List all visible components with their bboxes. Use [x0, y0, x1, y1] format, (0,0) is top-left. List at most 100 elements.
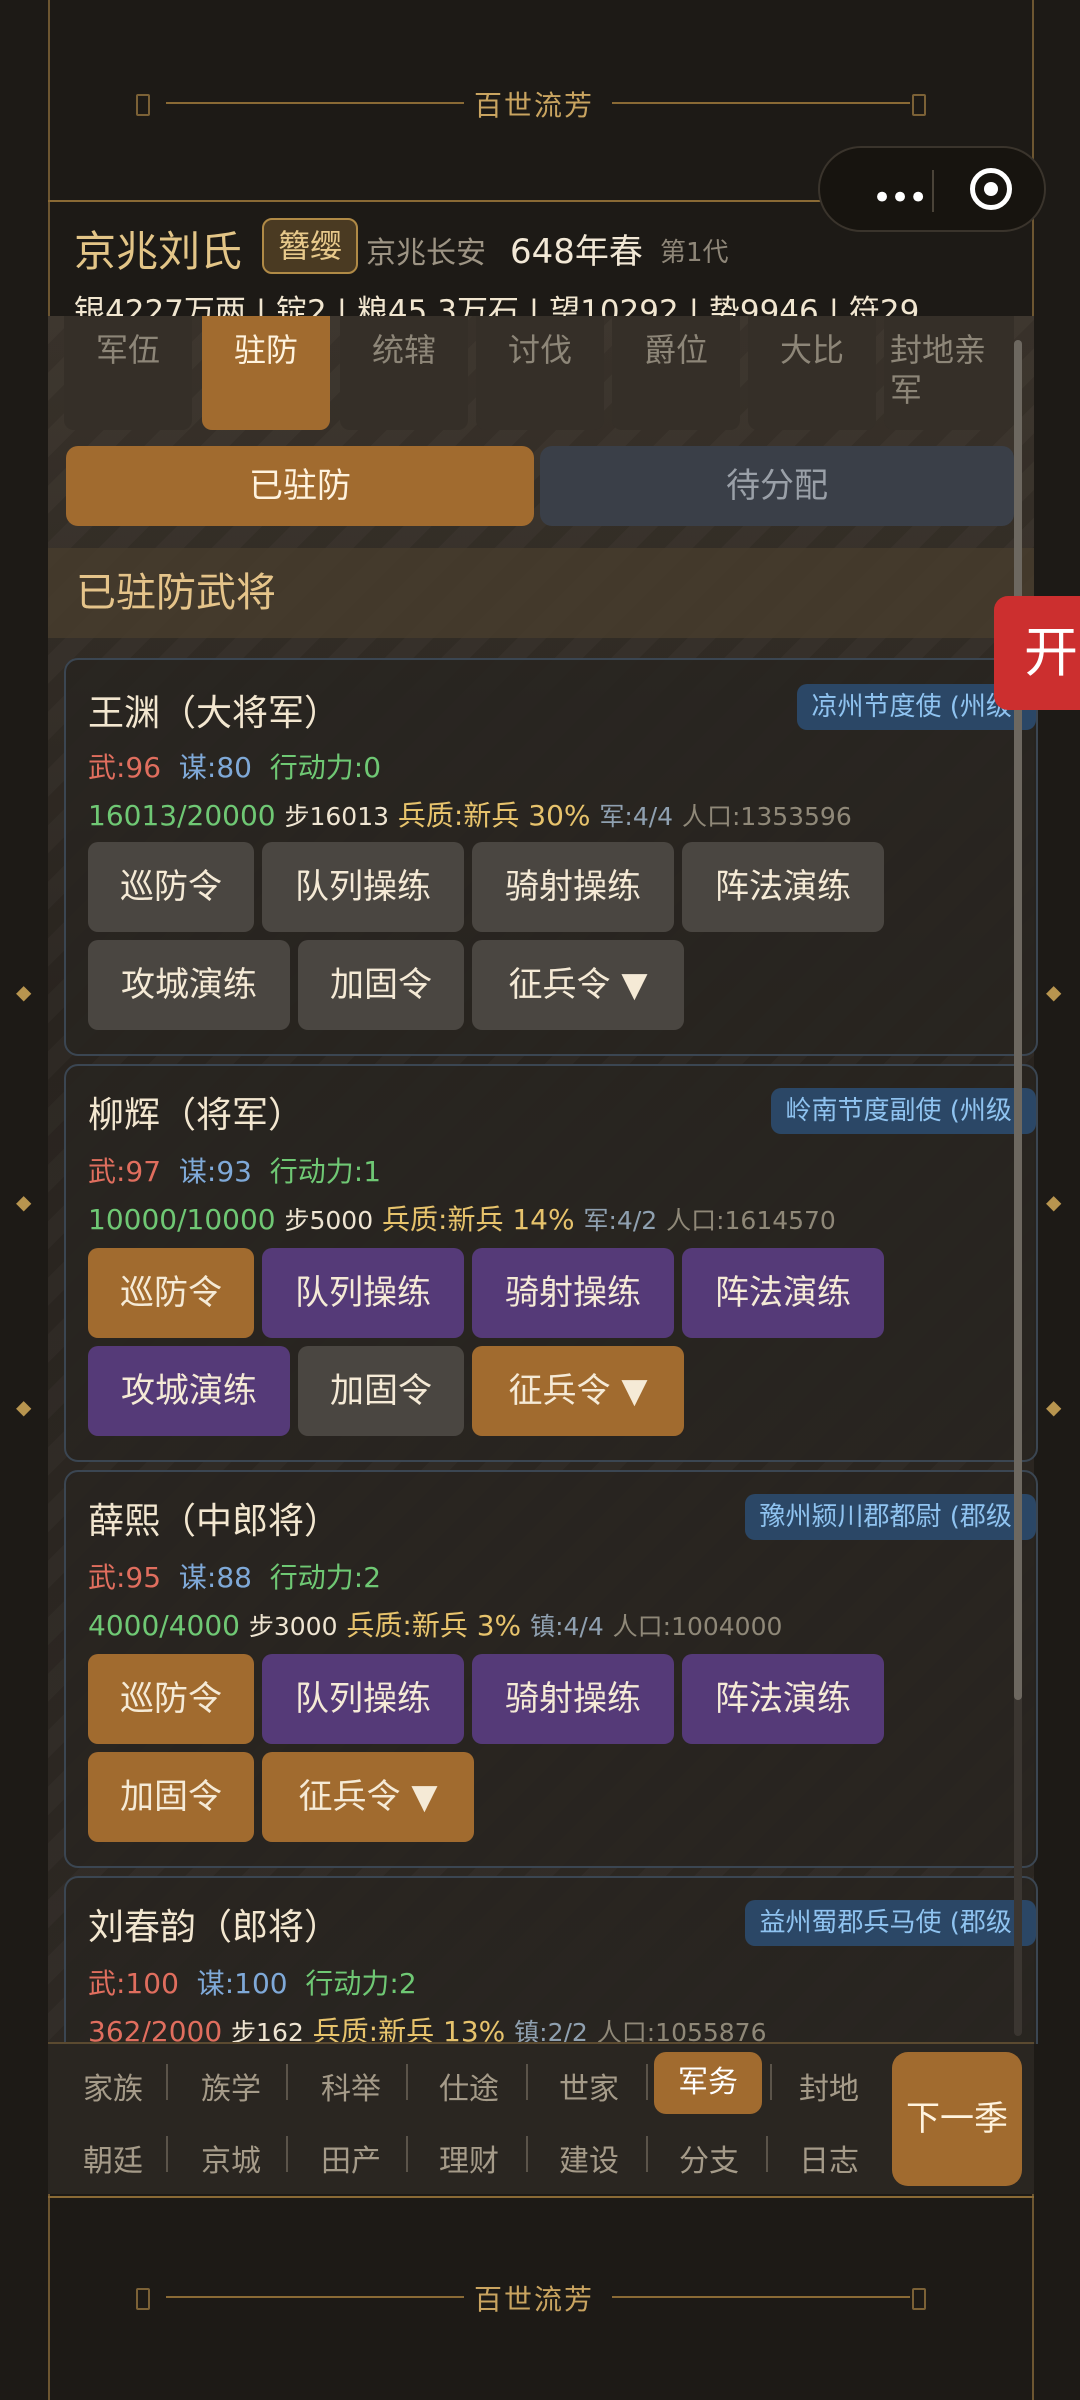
tab-fengdi-qinjun[interactable]: 封地亲军 [884, 316, 1014, 430]
army-count: 军:4/4 [599, 802, 674, 831]
nav-finance[interactable]: 理财 [424, 2136, 514, 2180]
banner-line-left [166, 2296, 464, 2298]
fortify-order-button[interactable]: 加固令 [298, 1346, 464, 1436]
scrollbar-thumb[interactable] [1014, 340, 1022, 1700]
side-ornament-right: ◆ [1046, 1395, 1062, 1419]
general-post: 益州蜀郡兵马使 (郡级) [745, 1900, 1036, 1946]
formation-drill-button[interactable]: 阵法演练 [682, 842, 884, 932]
next-season-button[interactable]: 下一季 [892, 2052, 1022, 2186]
stat-action: 行动力:2 [269, 1561, 382, 1594]
tab-taofa[interactable]: 讨伐 [476, 316, 604, 430]
nav-fief[interactable]: 封地 [784, 2064, 874, 2108]
infantry: 步16013 [284, 802, 390, 831]
nav-aristocracy[interactable]: 世家 [544, 2064, 634, 2108]
section-title: 已驻防武将 [48, 548, 1034, 638]
banner-line-right [612, 102, 910, 104]
banner-cap-left [136, 94, 150, 116]
banner-title-top: 百世流芳 [474, 89, 595, 122]
nav-separator [526, 2136, 528, 2172]
patrol-order-button[interactable]: 巡防令 [88, 1248, 254, 1338]
nav-log[interactable]: 日志 [784, 2136, 874, 2180]
nav-estate[interactable]: 田产 [306, 2136, 396, 2180]
general-card: 王渊（大将军） 凉州节度使 (州级) 武:96 谋:80 行动力:0 16013… [64, 658, 1038, 1056]
drill-ranks-button[interactable]: 队列操练 [262, 1654, 464, 1744]
stat-mou: 谋:88 [178, 1561, 252, 1594]
troop-count: 362/2000 [88, 2015, 223, 2044]
garrison-count: 镇:4/4 [530, 1612, 604, 1641]
cavalry-archery-button[interactable]: 骑射操练 [472, 842, 674, 932]
nav-separator [406, 2136, 408, 2172]
conscript-order-button[interactable]: 征兵令 ▼ [472, 940, 684, 1030]
general-card: 柳辉（将军） 岭南节度副使 (州级) 武:97 谋:93 行动力:1 10000… [64, 1064, 1038, 1462]
general-name: 刘春韵（郎将） [88, 1907, 341, 1948]
tab-dabi[interactable]: 大比 [748, 316, 876, 430]
more-icon[interactable]: ••• [872, 178, 928, 218]
tab-juewei[interactable]: 爵位 [612, 316, 740, 430]
stat-wu: 武:96 [88, 751, 162, 784]
troop-quality: 兵质:新兵 30% [397, 799, 591, 832]
location: 京兆长安 [366, 236, 486, 271]
segment-unassigned[interactable]: 待分配 [540, 446, 1014, 526]
conscript-order-button[interactable]: 征兵令 ▼ [472, 1346, 684, 1436]
drill-ranks-button[interactable]: 队列操练 [262, 842, 464, 932]
side-ornament-right: ◆ [1046, 980, 1062, 1004]
nav-separator [526, 2064, 528, 2100]
population: 人口:1614570 [666, 1206, 836, 1235]
cavalry-archery-button[interactable]: 骑射操练 [472, 1248, 674, 1338]
nav-construction[interactable]: 建设 [544, 2136, 634, 2180]
general-troops: 4000/4000 步3000 兵质:新兵 3% 镇:4/4 人口:100400… [88, 1604, 782, 1644]
close-target-icon[interactable] [970, 168, 1012, 210]
tab-tongxia[interactable]: 统辖 [340, 316, 468, 430]
formation-drill-button[interactable]: 阵法演练 [682, 1654, 884, 1744]
patrol-order-button[interactable]: 巡防令 [88, 842, 254, 932]
capsule-divider [932, 170, 934, 212]
tab-junwu[interactable]: 军伍 [64, 316, 192, 430]
patrol-order-button[interactable]: 巡防令 [88, 1654, 254, 1744]
infantry: 步162 [231, 2018, 304, 2044]
nav-exam[interactable]: 科举 [306, 2064, 396, 2108]
drill-ranks-button[interactable]: 队列操练 [262, 1248, 464, 1338]
nav-military[interactable]: 军务 [654, 2052, 762, 2114]
troop-quality: 兵质:新兵 14% [382, 1203, 575, 1236]
stat-wu: 武:97 [88, 1155, 162, 1188]
general-stats: 武:95 谋:88 行动力:2 [88, 1556, 381, 1596]
siege-drill-button[interactable]: 攻城演练 [88, 940, 290, 1030]
fortify-order-button[interactable]: 加固令 [298, 940, 464, 1030]
banner-line-right [612, 2296, 910, 2298]
infantry: 步5000 [284, 1206, 374, 1235]
open-side-button[interactable]: 开 [994, 596, 1080, 710]
side-ornament-left: ◆ [16, 1190, 32, 1214]
formation-drill-button[interactable]: 阵法演练 [682, 1248, 884, 1338]
infantry: 步3000 [248, 1612, 338, 1641]
tab-zhufang[interactable]: 驻防 [202, 316, 330, 430]
clan-name: 京兆刘氏 [74, 227, 243, 276]
season: 648年春 [510, 232, 643, 272]
generation: 第1代 [660, 238, 729, 268]
footer-divider [48, 2196, 1034, 2198]
banner-title-bottom: 百世流芳 [474, 2283, 595, 2316]
nav-separator [286, 2136, 288, 2172]
nav-branch[interactable]: 分支 [664, 2136, 754, 2180]
general-troops: 362/2000 步162 兵质:新兵 13% 镇:2/2 人口:1055876 [88, 2010, 767, 2044]
nav-separator [770, 2064, 772, 2100]
fortify-order-button[interactable]: 加固令 [88, 1752, 254, 1842]
stat-mou: 谋:80 [178, 751, 252, 784]
banner-cap-right [912, 94, 926, 116]
general-name: 柳辉（将军） [88, 1095, 305, 1136]
banner-line-left [166, 102, 464, 104]
stat-wu: 武:100 [88, 1967, 179, 2000]
population: 人口:1055876 [596, 2018, 767, 2044]
miniapp-capsule: ••• [818, 146, 1046, 232]
nav-court[interactable]: 朝廷 [68, 2136, 158, 2180]
siege-drill-button[interactable]: 攻城演练 [88, 1346, 290, 1436]
banner-cap-right [912, 2288, 926, 2310]
conscript-order-button[interactable]: 征兵令 ▼ [262, 1752, 474, 1842]
nav-clan-school[interactable]: 族学 [186, 2064, 276, 2108]
nav-career[interactable]: 仕途 [424, 2064, 514, 2108]
nav-family[interactable]: 家族 [68, 2064, 158, 2108]
segment-garrisoned[interactable]: 已驻防 [66, 446, 534, 526]
general-post: 豫州颍川郡都尉 (郡级) [745, 1494, 1036, 1540]
cavalry-archery-button[interactable]: 骑射操练 [472, 1654, 674, 1744]
nav-capital[interactable]: 京城 [186, 2136, 276, 2180]
general-stats: 武:100 谋:100 行动力:2 [88, 1962, 417, 2002]
